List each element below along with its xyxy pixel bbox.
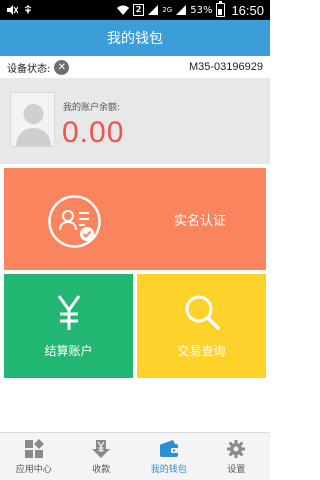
wifi-icon (116, 5, 129, 15)
yen-icon (57, 295, 80, 330)
wallet-icon (159, 439, 178, 457)
signal-icon-2 (176, 5, 187, 15)
status-bar-left (6, 5, 33, 15)
nav-settings-label: 设置 (227, 464, 246, 475)
device-status-label: 设备状态: (7, 63, 51, 75)
settlement-account-tile[interactable]: 结算账户 (4, 274, 133, 378)
transaction-query-label: 交易查询 (177, 344, 226, 358)
usb-icon (24, 5, 32, 14)
nav-app-center-label: 应用中心 (15, 464, 52, 475)
page-title: 我的钱包 (107, 31, 163, 47)
nav-receive-payment-label: 收款 (92, 464, 111, 475)
nav-receive-payment[interactable]: 收款 (68, 433, 136, 480)
id-card-verified-icon (48, 195, 101, 248)
battery-percent: 53% (190, 4, 213, 16)
balance-label: 我的账户余额: (63, 103, 121, 113)
sim-indicator: 2 (132, 4, 145, 16)
identity-verification-tile[interactable]: 实名认证 (4, 168, 266, 270)
nav-my-wallet-label: 我的钱包 (150, 464, 187, 475)
bottom-nav: 应用中心 收款 我的钱包 设置 (0, 432, 270, 480)
nav-settings[interactable]: 设置 (203, 433, 271, 480)
avatar[interactable] (10, 92, 55, 147)
mute-icon (7, 5, 18, 15)
device-status-row: 设备状态: ✕ M35-03196929 (0, 56, 270, 78)
device-id: M35-03196929 (188, 61, 263, 73)
status-bar-right: 2 2G 53% 16:50 (116, 1, 264, 18)
clock: 16:50 (231, 2, 264, 18)
balance-amount: 0.00 (62, 116, 125, 149)
status-bar: 2 2G 53% 16:50 (0, 0, 270, 20)
network-type: 2G (162, 6, 173, 14)
close-icon: ✕ (54, 59, 70, 75)
signal-icon (148, 5, 159, 15)
page-header: 我的钱包 (0, 20, 270, 56)
nav-app-center[interactable]: 应用中心 (0, 433, 68, 480)
settlement-account-label: 结算账户 (44, 344, 93, 358)
battery-icon (216, 1, 226, 17)
yen-download-icon (92, 439, 111, 458)
search-icon (185, 295, 220, 330)
transaction-query-tile[interactable]: 交易查询 (137, 274, 266, 378)
nav-my-wallet[interactable]: 我的钱包 (135, 433, 203, 480)
user-silhouette-icon (11, 93, 54, 146)
balance-card: 我的账户余额: 0.00 (0, 78, 270, 164)
apps-icon (24, 438, 44, 458)
identity-verification-label: 实名认证 (174, 214, 227, 229)
gear-icon (227, 439, 246, 458)
